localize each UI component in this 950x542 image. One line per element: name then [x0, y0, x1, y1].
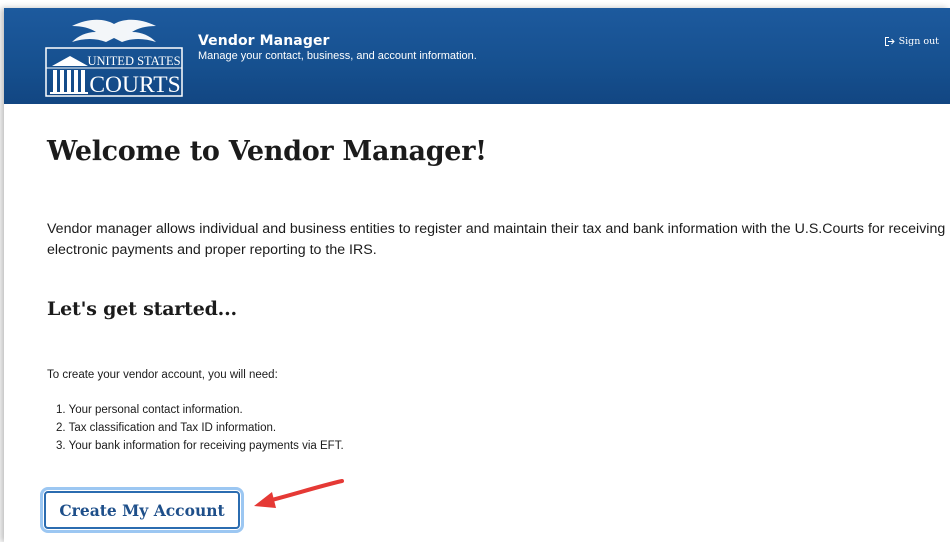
logo-text-united-states: UNITED STATES — [87, 54, 180, 68]
app-header: UNITED STATES COURTS Vendor Manager Mana… — [4, 8, 950, 104]
list-item: 1. Your personal contact information. — [56, 404, 243, 416]
section-heading: Let's get started... — [47, 298, 237, 320]
create-account-button[interactable]: Create My Account — [40, 487, 244, 533]
logo-text-courts: COURTS — [89, 72, 180, 98]
requirements-list: 1. Your personal contact information. 2.… — [56, 401, 344, 455]
list-item: 3. Your bank information for receiving p… — [56, 440, 344, 452]
intro-paragraph: Vendor manager allows individual and bus… — [47, 221, 946, 258]
page-title: Welcome to Vendor Manager! — [47, 136, 487, 167]
sign-out-icon — [884, 37, 895, 46]
sign-out-link[interactable]: Sign out — [884, 36, 939, 47]
list-item: 2. Tax classification and Tax ID informa… — [56, 422, 277, 434]
us-courts-logo: UNITED STATES COURTS — [45, 19, 183, 98]
annotation-arrow-icon — [254, 479, 344, 508]
app-title: Vendor Manager — [198, 33, 330, 49]
sign-out-label: Sign out — [898, 36, 939, 47]
app-subtitle: Manage your contact, business, and accou… — [198, 50, 477, 62]
requirements-intro: To create your vendor account, you will … — [47, 369, 278, 381]
